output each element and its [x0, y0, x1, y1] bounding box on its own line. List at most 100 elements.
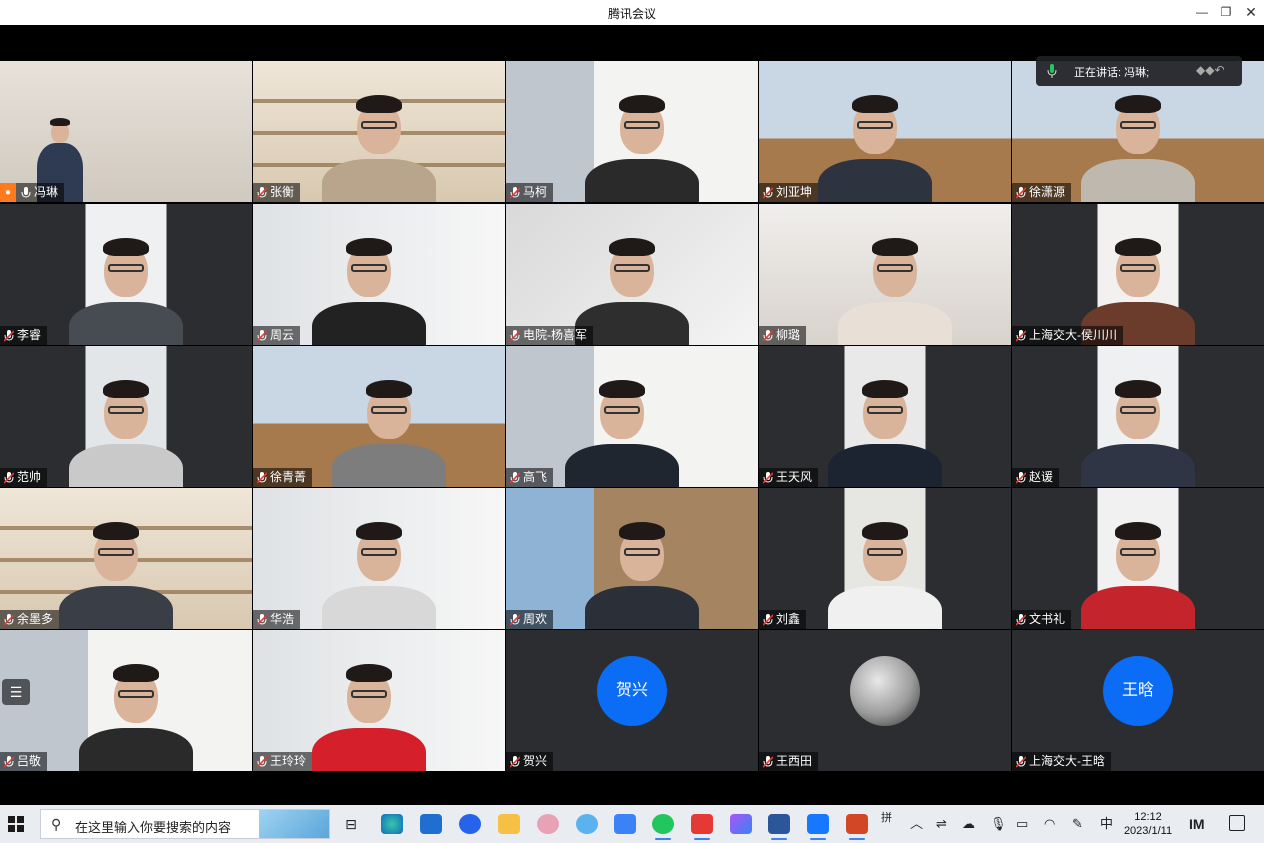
ie-browser-icon[interactable]: [576, 814, 598, 834]
video-tile[interactable]: 电院-杨喜军: [506, 204, 758, 345]
mic-muted-icon: [510, 186, 520, 199]
participant-name: 柳璐: [776, 328, 801, 342]
mic-muted-icon: [4, 755, 14, 768]
participant-nametag: 马柯: [506, 183, 554, 202]
participant-name: 高飞: [523, 470, 548, 484]
participant-name: 周云: [270, 328, 295, 342]
search-icon: ⚲: [51, 816, 62, 832]
participant-nametag: 王西田: [759, 752, 819, 771]
participant-nametag: 上海交大-王晗: [1012, 752, 1111, 771]
participant-nametag: 贺兴: [506, 752, 554, 771]
ime-indicator[interactable]: 拼: [881, 810, 892, 826]
participant-name: 刘鑫: [776, 612, 801, 626]
participant-name: 冯琳: [34, 185, 59, 199]
minimize-button[interactable]: —: [1192, 3, 1212, 21]
edge-browser-icon[interactable]: [381, 814, 403, 834]
participant-name: 上海交大-侯川川: [1029, 328, 1117, 342]
video-tile[interactable]: 上海交大-侯川川: [1012, 204, 1264, 345]
video-tile[interactable]: 余墨多: [0, 488, 252, 629]
video-tile[interactable]: 周欢: [506, 488, 758, 629]
word-icon[interactable]: [768, 814, 790, 840]
video-tile[interactable]: 贺兴 贺兴: [506, 630, 758, 771]
video-tile[interactable]: 徐青菁: [253, 346, 505, 487]
mic-muted-icon: [257, 186, 267, 199]
search-highlight-image: [259, 810, 329, 838]
search-placeholder: 在这里输入你要搜索的内容: [75, 820, 232, 835]
participant-name: 周欢: [523, 612, 548, 626]
video-tile[interactable]: 王玲玲: [253, 630, 505, 771]
participant-nametag: 刘鑫: [759, 610, 807, 629]
mic-muted-icon: [1016, 471, 1026, 484]
participant-name: 李睿: [17, 328, 42, 342]
language-indicator[interactable]: 中: [1100, 816, 1113, 832]
video-tile[interactable]: 王天风: [759, 346, 1011, 487]
restore-button[interactable]: ❐: [1216, 3, 1236, 21]
video-tile[interactable]: 王晗 上海交大-王晗: [1012, 630, 1264, 771]
video-tile[interactable]: 范帅: [0, 346, 252, 487]
notification-icon[interactable]: [1229, 815, 1245, 831]
participant-avatar: 贺兴: [597, 656, 667, 726]
participant-nametag: 上海交大-侯川川: [1012, 326, 1123, 345]
settings-tray-icon[interactable]: ⇌: [936, 816, 947, 832]
video-tile[interactable]: 张衡: [253, 61, 505, 202]
participant-avatar-photo: [850, 656, 920, 726]
cloud-icon[interactable]: ☁: [962, 816, 975, 832]
app-icon-blue[interactable]: [459, 814, 481, 834]
video-tile[interactable]: 柳璐: [759, 204, 1011, 345]
powerpoint-icon[interactable]: [846, 814, 868, 840]
participant-name: 马柯: [523, 185, 548, 199]
mic-muted-icon: [4, 471, 14, 484]
taskbar-search[interactable]: ⚲ 在这里输入你要搜索的内容: [40, 809, 330, 839]
feishu-icon[interactable]: [614, 814, 636, 834]
mic-muted-icon: [1016, 755, 1026, 768]
participant-name: 张衡: [270, 185, 295, 199]
video-tile[interactable]: 刘亚坤: [759, 61, 1011, 202]
tencent-meeting-icon[interactable]: [807, 814, 829, 840]
video-tile[interactable]: 王西田: [759, 630, 1011, 771]
file-explorer-icon[interactable]: [498, 814, 520, 834]
window-titlebar: 腾讯会议 — ❐ ✕: [0, 0, 1264, 25]
mic-muted-icon: [1016, 613, 1026, 626]
video-tile[interactable]: 周云: [253, 204, 505, 345]
taskbar-clock[interactable]: 12:12 2023/1/11: [1120, 810, 1176, 838]
video-tile[interactable]: 赵谖: [1012, 346, 1264, 487]
pen-icon[interactable]: ✎: [1072, 816, 1083, 832]
participant-nametag: 王天风: [759, 468, 819, 487]
mic-muted-icon: [763, 186, 773, 199]
microphone-tray-icon[interactable]: 🎙: [990, 816, 1007, 832]
member-list-button[interactable]: ☰: [2, 679, 30, 705]
participant-nametag: 李睿: [0, 326, 48, 345]
video-tile[interactable]: ● 冯琳: [0, 61, 252, 202]
mic-muted-icon: [257, 613, 267, 626]
video-tile[interactable]: 高飞: [506, 346, 758, 487]
app-icon-pink[interactable]: [537, 814, 559, 834]
video-tile[interactable]: 华浩: [253, 488, 505, 629]
show-hidden-icons[interactable]: ︿: [910, 816, 923, 832]
mic-muted-icon: [763, 329, 773, 342]
participant-name: 华浩: [270, 612, 295, 626]
mic-muted-icon: [510, 755, 520, 768]
mic-muted-icon: [763, 755, 773, 768]
video-tile[interactable]: 文书礼: [1012, 488, 1264, 629]
video-tile[interactable]: 马柯: [506, 61, 758, 202]
video-tile[interactable]: 刘鑫: [759, 488, 1011, 629]
wps-icon[interactable]: [691, 814, 713, 840]
mail-icon[interactable]: [420, 814, 442, 834]
app-tray-icon[interactable]: IM: [1189, 816, 1205, 832]
wifi-icon[interactable]: ◠: [1044, 816, 1055, 832]
mic-muted-icon: [257, 471, 267, 484]
participant-name: 范帅: [17, 470, 42, 484]
battery-icon[interactable]: ▭: [1016, 816, 1028, 832]
wechat-icon[interactable]: [652, 814, 674, 840]
windows-start-icon[interactable]: [8, 816, 24, 832]
participant-name: 吕敬: [17, 754, 42, 768]
participant-nametag: 刘亚坤: [759, 183, 819, 202]
video-tile[interactable]: 吕敬: [0, 630, 252, 771]
task-view-icon[interactable]: ⊟: [340, 814, 362, 834]
participant-nametag: 余墨多: [0, 610, 60, 629]
close-button[interactable]: ✕: [1241, 3, 1261, 21]
video-tile[interactable]: 李睿: [0, 204, 252, 345]
app-icon-purple[interactable]: [730, 814, 752, 834]
collapse-speaker-icon[interactable]: ◆◆↶: [1196, 63, 1232, 79]
participant-nametag: 范帅: [0, 468, 48, 487]
